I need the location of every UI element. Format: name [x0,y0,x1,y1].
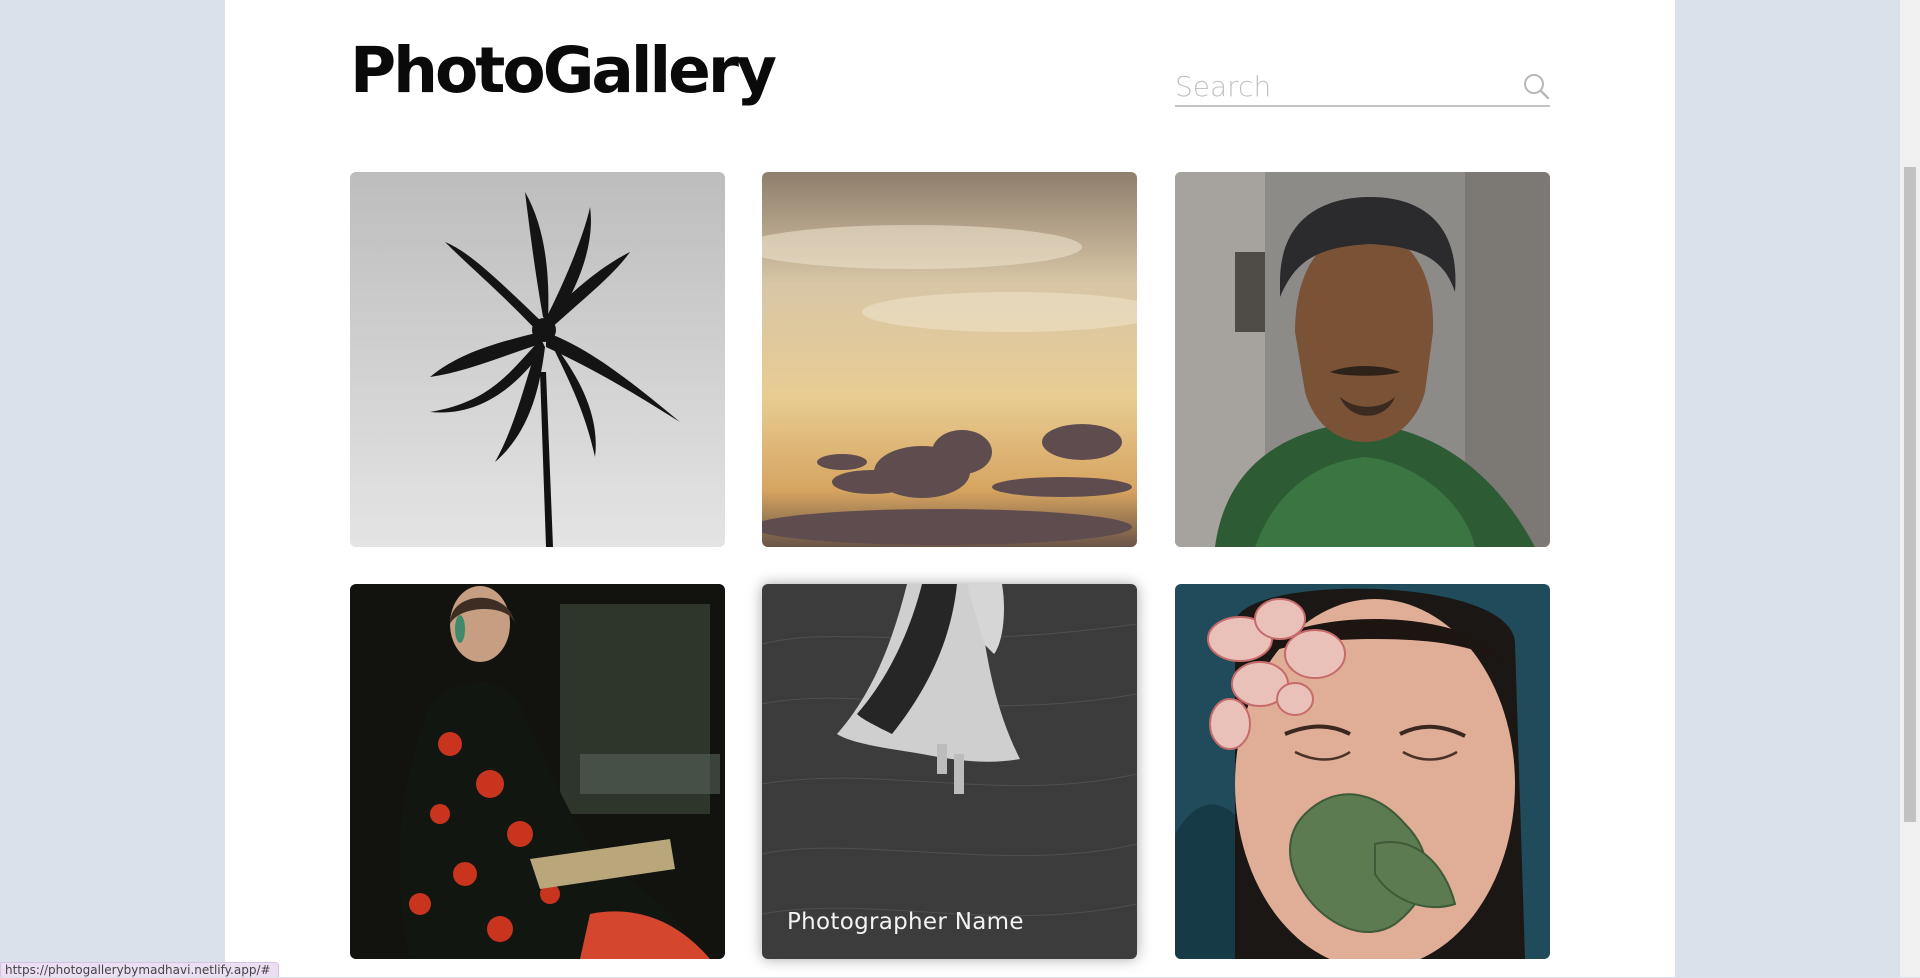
man-portrait-photo [1175,172,1550,547]
floral-dress-photo [350,584,725,959]
white-dress-photo [762,584,1137,959]
browser-viewport: PhotoGallery Search Photographer Name [0,0,1900,977]
palm-tree-photo [350,172,725,547]
photo-card-palm-tree[interactable] [350,172,725,547]
photographer-name: Photographer Name [787,909,1024,935]
photo-card-portrait-man[interactable] [1175,172,1550,547]
sunset-clouds-photo [762,172,1137,547]
scrollbar-thumb[interactable] [1904,167,1916,822]
search-input[interactable] [1175,68,1505,105]
search-icon[interactable] [1522,73,1550,101]
site-title[interactable]: PhotoGallery [350,34,777,107]
search-bar [1175,68,1550,107]
photo-card-floral-dress[interactable] [350,584,725,959]
photo-card-sunset[interactable] [762,172,1137,547]
photo-card-white-dress[interactable]: Photographer Name [762,584,1137,959]
photo-card-flower-face[interactable] [1175,584,1550,959]
flower-face-photo [1175,584,1550,959]
page-container: PhotoGallery Search Photographer Name [225,0,1675,977]
page-scrollbar[interactable] [1900,0,1920,977]
status-bar-url: https://photogallerybymadhavi.netlify.ap… [0,962,279,977]
